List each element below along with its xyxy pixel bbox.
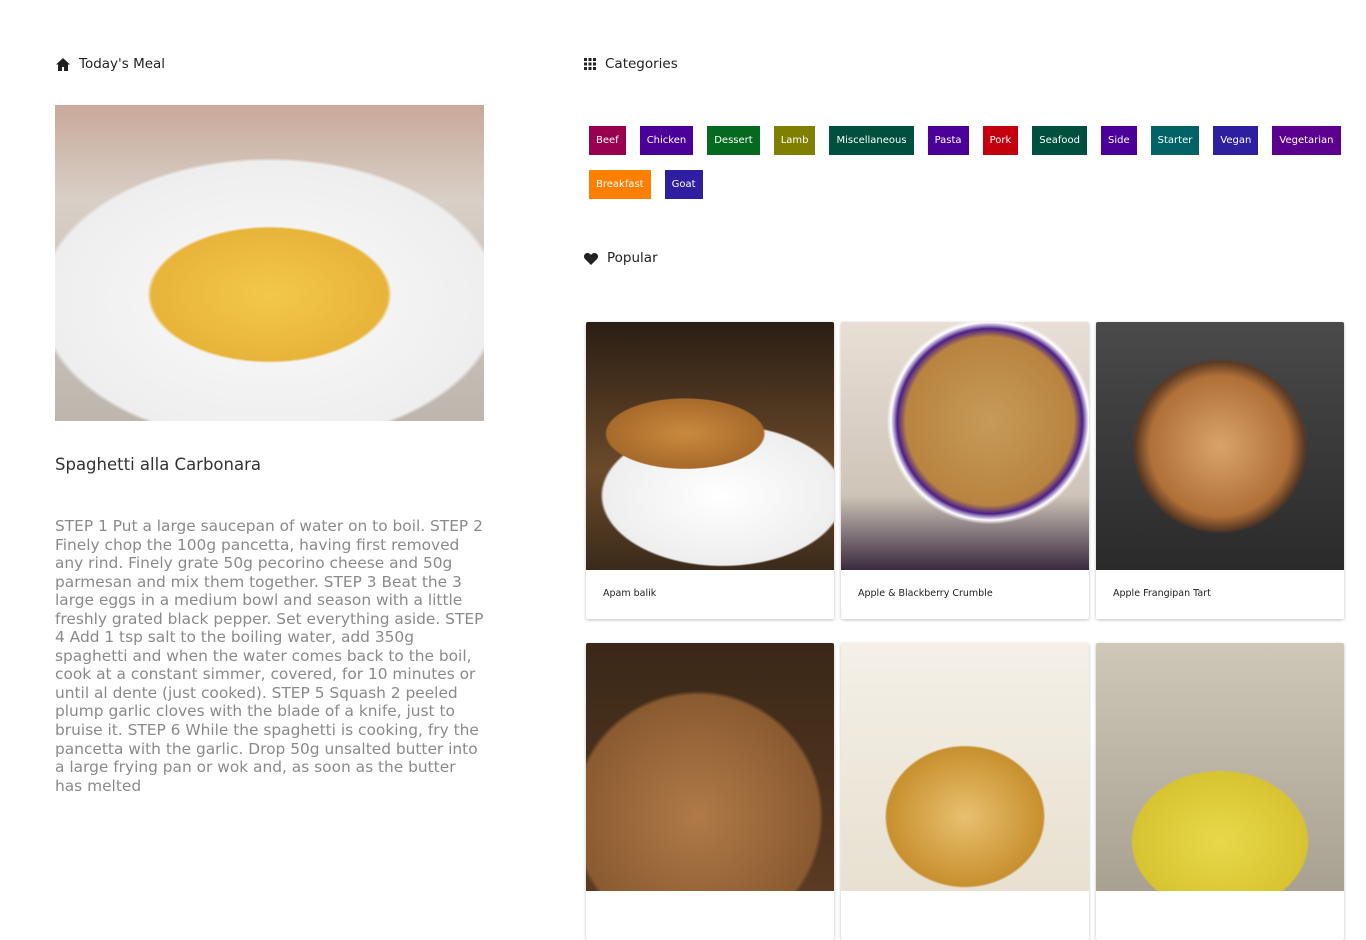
category-lamb[interactable]: Lamb [773, 126, 816, 155]
todays-meal-label: Today's Meal [79, 56, 166, 72]
popular-card-image[interactable] [586, 322, 834, 570]
popular-heading: Popular [584, 250, 658, 266]
popular-card-image[interactable] [586, 643, 834, 891]
popular-card-title[interactable]: Apple Frangipan Tart [1096, 570, 1344, 617]
category-breakfast[interactable]: Breakfast [589, 170, 651, 199]
popular-card-image[interactable] [1096, 643, 1344, 891]
category-list: Beef Chicken Dessert Lamb Miscellaneous Pasta… [589, 126, 1349, 199]
todays-meal-heading: Today's Meal [56, 56, 165, 72]
popular-card-image[interactable] [841, 643, 1089, 891]
meal-instructions: STEP 1 Put a large saucepan of water on … [55, 517, 484, 795]
category-starter[interactable]: Starter [1150, 126, 1200, 155]
popular-card-title[interactable]: Apam balik [586, 570, 834, 617]
category-vegan[interactable]: Vegan [1213, 126, 1259, 155]
popular-card-title[interactable] [841, 891, 1089, 927]
category-beef[interactable]: Beef [589, 126, 626, 155]
popular-card-title[interactable]: Apple & Blackberry Crumble [841, 570, 1089, 617]
category-miscellaneous[interactable]: Miscellaneous [829, 126, 914, 155]
categories-label: Categories [605, 56, 678, 72]
popular-card[interactable]: Apple & Blackberry Crumble [841, 322, 1089, 619]
popular-label: Popular [607, 250, 658, 266]
popular-card-title[interactable] [586, 891, 834, 927]
home-icon [56, 57, 70, 71]
popular-card[interactable] [586, 643, 834, 940]
category-seafood[interactable]: Seafood [1032, 126, 1087, 155]
category-goat[interactable]: Goat [664, 170, 703, 199]
categories-heading: Categories [584, 56, 678, 72]
popular-card[interactable]: Apam balik [586, 322, 834, 619]
popular-card-image[interactable] [841, 322, 1089, 570]
meal-image[interactable] [55, 105, 484, 421]
category-side[interactable]: Side [1101, 126, 1137, 155]
category-pork[interactable]: Pork [982, 126, 1019, 155]
popular-card-image[interactable] [1096, 322, 1344, 570]
popular-card-title[interactable] [1096, 891, 1344, 927]
popular-card[interactable] [841, 643, 1089, 940]
category-pasta[interactable]: Pasta [927, 126, 969, 155]
category-dessert[interactable]: Dessert [707, 126, 760, 155]
popular-card[interactable]: Apple Frangipan Tart [1096, 322, 1344, 619]
category-vegetarian[interactable]: Vegetarian [1272, 126, 1341, 155]
category-chicken[interactable]: Chicken [639, 126, 694, 155]
heart-icon [584, 252, 598, 265]
popular-card[interactable] [1096, 643, 1344, 940]
grid-icon [584, 58, 596, 70]
meal-title[interactable]: Spaghetti alla Carbonara [55, 455, 261, 474]
